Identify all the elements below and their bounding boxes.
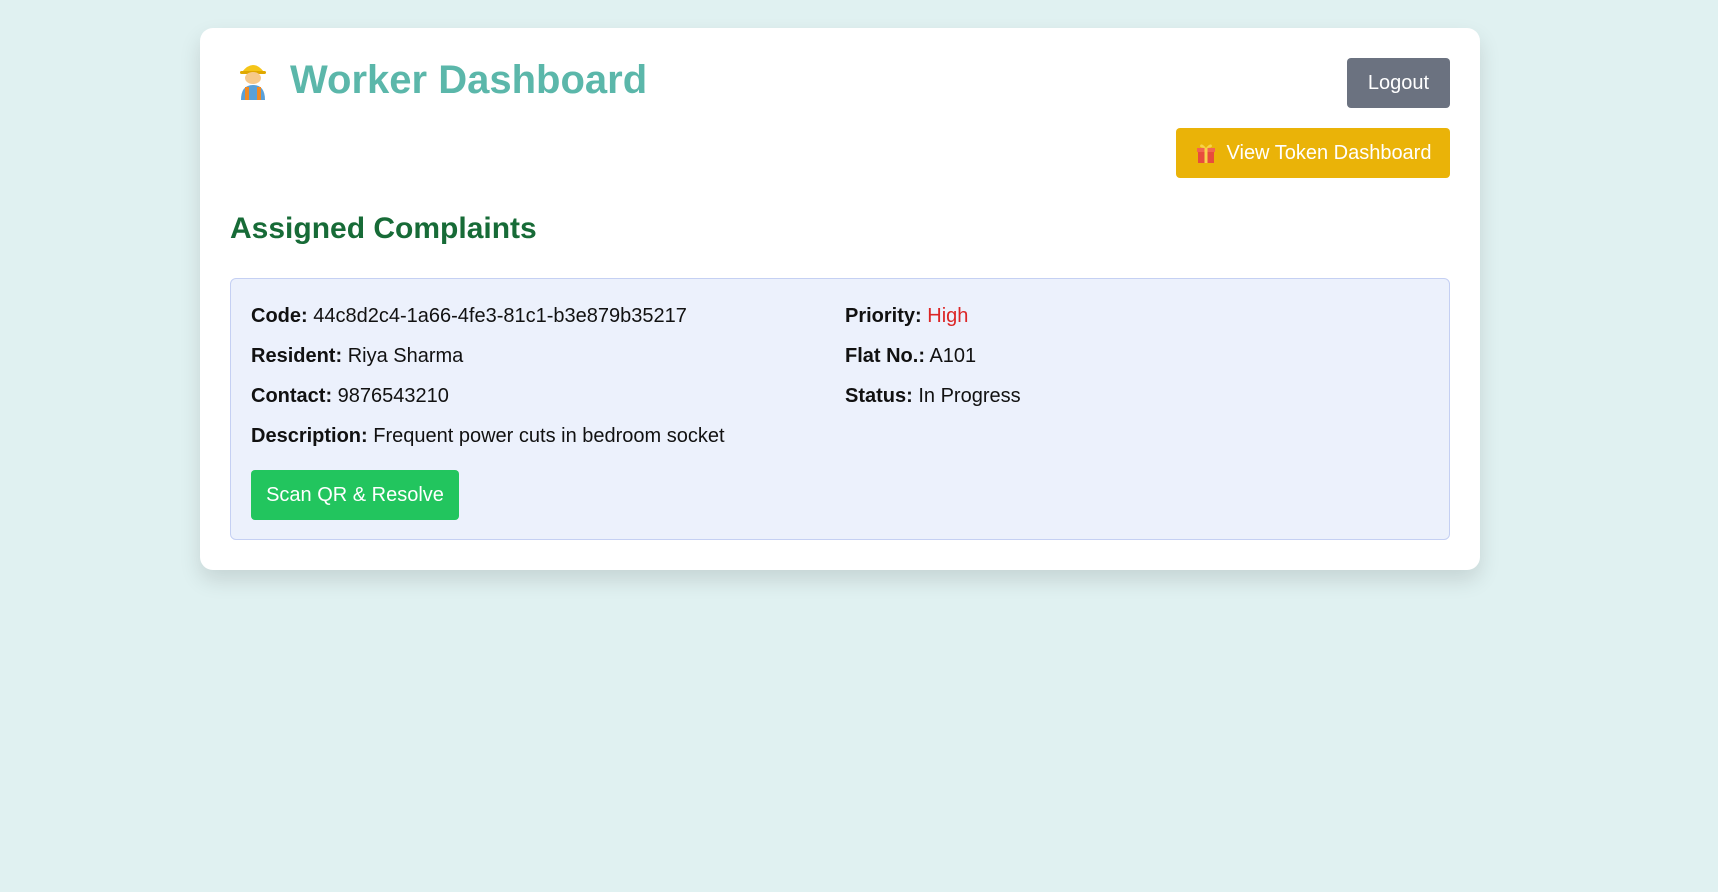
header: Worker Dashboard <box>236 60 647 100</box>
dashboard-card: Worker Dashboard Logout View Token Dashb… <box>200 28 1480 570</box>
complaint-card: Code: 44c8d2c4-1a66-4fe3-81c1-b3e879b352… <box>230 278 1450 540</box>
page-title: Worker Dashboard <box>290 58 648 102</box>
construction-worker-icon <box>240 65 266 100</box>
logout-button[interactable]: Logout <box>1347 58 1450 108</box>
section-title: Assigned Complaints <box>230 212 537 245</box>
complaint-description-value: Frequent power cuts in bedroom socket <box>373 425 725 447</box>
complaint-status: Status: In Progress <box>845 385 1021 407</box>
gift-icon <box>1196 144 1215 163</box>
complaint-flat-value: A101 <box>929 345 977 367</box>
complaint-code-value: 44c8d2c4-1a66-4fe3-81c1-b3e879b35217 <box>313 305 687 327</box>
complaint-resident-value: Riya Sharma <box>347 345 464 367</box>
view-token-dashboard-label: View Token Dashboard <box>1226 141 1432 164</box>
complaint-priority: Priority: High <box>845 305 969 327</box>
complaint-description: Description: Frequent power cuts in bedr… <box>251 425 725 447</box>
complaint-contact-value: 9876543210 <box>337 385 449 407</box>
scan-qr-resolve-button[interactable]: Scan QR & Resolve <box>251 470 459 520</box>
priority-badge: High <box>927 305 969 327</box>
complaint-resident: Resident: Riya Sharma <box>251 345 464 367</box>
complaint-code: Code: 44c8d2c4-1a66-4fe3-81c1-b3e879b352… <box>251 305 687 327</box>
status-value: In Progress <box>918 385 1021 407</box>
complaint-contact: Contact: 9876543210 <box>251 385 449 407</box>
complaint-flat: Flat No.: A101 <box>845 345 977 367</box>
view-token-dashboard-button[interactable]: View Token Dashboard <box>1176 128 1450 178</box>
